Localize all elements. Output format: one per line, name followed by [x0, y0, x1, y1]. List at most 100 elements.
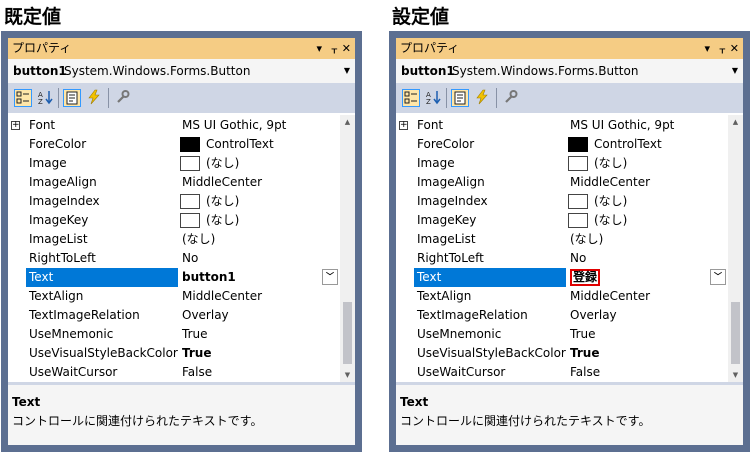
scroll-down-icon[interactable]: ▼	[728, 368, 743, 382]
property-row-usevisualstylebackcolor[interactable]: UseVisualStyleBackColor True	[396, 344, 728, 363]
categorized-icon[interactable]	[14, 89, 32, 107]
chevron-down-icon[interactable]: ﹀	[710, 269, 726, 285]
pin-icon[interactable]: ᚁ	[332, 38, 337, 59]
scrollbar-thumb[interactable]	[731, 302, 740, 364]
property-value[interactable]: MiddleCenter	[178, 287, 340, 306]
object-selector[interactable]: button1 System.Windows.Forms.Button ▼	[396, 59, 743, 83]
property-value[interactable]: button1 ﹀	[178, 268, 340, 287]
property-value[interactable]: True	[178, 325, 340, 344]
window-menu-icon[interactable]: ▾	[316, 38, 322, 59]
alphabetical-icon[interactable]: AZ	[424, 89, 442, 107]
highlighted-value: 登録	[570, 269, 601, 286]
property-value[interactable]: (なし)	[178, 154, 340, 173]
property-name: Image	[26, 154, 178, 173]
property-row-righttoleft[interactable]: RightToLeft No	[396, 249, 728, 268]
expand-icon[interactable]: +	[11, 121, 20, 130]
scroll-down-icon[interactable]: ▼	[340, 368, 355, 382]
property-value[interactable]: (なし)	[178, 230, 340, 249]
property-value[interactable]: ControlText	[178, 135, 340, 154]
close-icon[interactable]: ✕	[342, 38, 351, 59]
object-name: button1	[401, 64, 455, 78]
chevron-down-icon[interactable]: ﹀	[322, 269, 338, 285]
property-row-font[interactable]: + Font MS UI Gothic, 9pt	[396, 116, 728, 135]
property-row-imagekey[interactable]: ImageKey (なし)	[396, 211, 728, 230]
property-row-image[interactable]: Image (なし)	[396, 154, 728, 173]
color-swatch	[180, 137, 200, 152]
property-row-usewaitcursor[interactable]: UseWaitCursor False	[8, 363, 340, 382]
close-icon[interactable]: ✕	[730, 38, 739, 59]
property-row-imageindex[interactable]: ImageIndex (なし)	[8, 192, 340, 211]
property-row-imagealign[interactable]: ImageAlign MiddleCenter	[8, 173, 340, 192]
scroll-up-icon[interactable]: ▲	[340, 115, 355, 129]
properties-icon[interactable]	[451, 89, 469, 107]
property-row-usewaitcursor[interactable]: UseWaitCursor False	[396, 363, 728, 382]
alphabetical-icon[interactable]: AZ	[36, 89, 54, 107]
property-row-usemnemonic[interactable]: UseMnemonic True	[396, 325, 728, 344]
vertical-scrollbar[interactable]: ▲ ▼	[340, 115, 355, 382]
property-value[interactable]: True	[566, 325, 728, 344]
property-row-imagelist[interactable]: ImageList (なし)	[396, 230, 728, 249]
property-value[interactable]: (なし)	[178, 192, 340, 211]
categorized-icon[interactable]	[402, 89, 420, 107]
property-name: TextImageRelation	[414, 306, 566, 325]
property-value[interactable]: MS UI Gothic, 9pt	[178, 116, 340, 135]
property-value[interactable]: False	[178, 363, 340, 382]
property-row-imagekey[interactable]: ImageKey (なし)	[8, 211, 340, 230]
vertical-scrollbar[interactable]: ▲ ▼	[728, 115, 743, 382]
properties-window-inner: プロパティ ▾ ᚁ ✕ button1 System.Windows.Forms…	[396, 38, 743, 445]
property-row-usemnemonic[interactable]: UseMnemonic True	[8, 325, 340, 344]
property-value[interactable]: ControlText	[566, 135, 728, 154]
expand-icon[interactable]: +	[399, 121, 408, 130]
events-icon[interactable]	[473, 89, 491, 107]
property-row-imageindex[interactable]: ImageIndex (なし)	[396, 192, 728, 211]
property-value[interactable]: No	[178, 249, 340, 268]
property-row-textimagerelation[interactable]: TextImageRelation Overlay	[8, 306, 340, 325]
property-row-textalign[interactable]: TextAlign MiddleCenter	[8, 287, 340, 306]
property-row-usevisualstylebackcolor[interactable]: UseVisualStyleBackColor True	[8, 344, 340, 363]
window-menu-icon[interactable]: ▾	[704, 38, 710, 59]
object-selector[interactable]: button1 System.Windows.Forms.Button ▼	[8, 59, 355, 83]
property-value[interactable]: True	[178, 344, 340, 363]
property-row-image[interactable]: Image (なし)	[8, 154, 340, 173]
property-value-text: ControlText	[594, 137, 662, 151]
pin-icon[interactable]: ᚁ	[720, 38, 725, 59]
chevron-down-icon[interactable]: ▼	[344, 59, 350, 83]
property-value[interactable]: (なし)	[178, 211, 340, 230]
property-row-righttoleft[interactable]: RightToLeft No	[8, 249, 340, 268]
property-row-text[interactable]: Text 登録 ﹀	[396, 268, 728, 287]
property-pages-icon[interactable]	[113, 89, 131, 107]
property-value[interactable]: (なし)	[566, 192, 728, 211]
property-row-forecolor[interactable]: ForeColor ControlText	[396, 135, 728, 154]
properties-icon[interactable]	[63, 89, 81, 107]
property-value[interactable]: False	[566, 363, 728, 382]
events-icon[interactable]	[85, 89, 103, 107]
property-row-text[interactable]: Text button1 ﹀	[8, 268, 340, 287]
property-value[interactable]: No	[566, 249, 728, 268]
property-value[interactable]: Overlay	[178, 306, 340, 325]
property-row-imagelist[interactable]: ImageList (なし)	[8, 230, 340, 249]
property-value[interactable]: Overlay	[566, 306, 728, 325]
property-row-imagealign[interactable]: ImageAlign MiddleCenter	[396, 173, 728, 192]
property-value[interactable]: MiddleCenter	[178, 173, 340, 192]
scroll-up-icon[interactable]: ▲	[728, 115, 743, 129]
properties-window-default: プロパティ ▾ ᚁ ✕ button1 System.Windows.Forms…	[1, 31, 362, 452]
object-name: button1	[13, 64, 67, 78]
color-swatch	[568, 137, 588, 152]
property-row-forecolor[interactable]: ForeColor ControlText	[8, 135, 340, 154]
description-pane: Text コントロールに関連付けられたテキストです。	[396, 385, 743, 445]
property-row-textalign[interactable]: TextAlign MiddleCenter	[396, 287, 728, 306]
property-value[interactable]: MiddleCenter	[566, 287, 728, 306]
property-name: UseVisualStyleBackColor	[26, 344, 178, 363]
property-value[interactable]: 登録 ﹀	[566, 268, 728, 287]
chevron-down-icon[interactable]: ▼	[732, 59, 738, 83]
property-row-textimagerelation[interactable]: TextImageRelation Overlay	[396, 306, 728, 325]
property-value[interactable]: MiddleCenter	[566, 173, 728, 192]
scrollbar-thumb[interactable]	[343, 302, 352, 364]
property-value[interactable]: True	[566, 344, 728, 363]
property-value[interactable]: (なし)	[566, 154, 728, 173]
property-value[interactable]: MS UI Gothic, 9pt	[566, 116, 728, 135]
property-value[interactable]: (なし)	[566, 230, 728, 249]
property-row-font[interactable]: + Font MS UI Gothic, 9pt	[8, 116, 340, 135]
property-pages-icon[interactable]	[501, 89, 519, 107]
property-value[interactable]: (なし)	[566, 211, 728, 230]
